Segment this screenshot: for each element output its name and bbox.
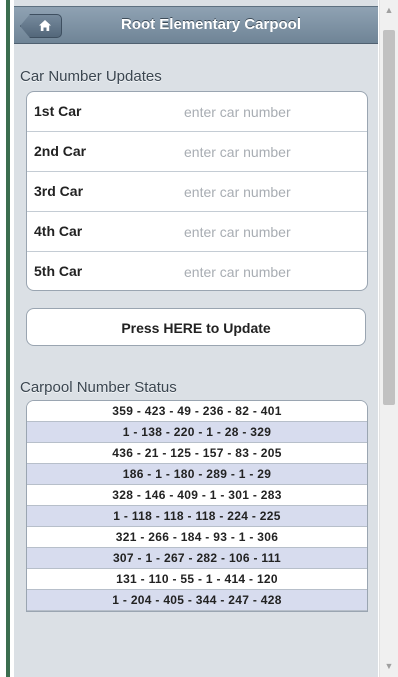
car-label-2: 2nd Car bbox=[34, 143, 87, 159]
car-number-input-3[interactable] bbox=[182, 179, 356, 205]
status-row: 1 - 138 - 220 - 1 - 28 - 329 bbox=[27, 422, 367, 443]
car-label-3: 3rd Car bbox=[34, 183, 84, 199]
status-label: Carpool Number Status bbox=[20, 379, 177, 396]
status-row: 186 - 1 - 180 - 289 - 1 - 29 bbox=[27, 464, 367, 485]
status-row: 1 - 118 - 118 - 118 - 224 - 225 bbox=[27, 506, 367, 527]
car-row-5: 5th Car bbox=[27, 252, 367, 290]
scroll-thumb[interactable] bbox=[383, 30, 395, 405]
scroll-up-arrow-icon[interactable]: ▲ bbox=[380, 2, 398, 19]
status-row: 359 - 423 - 49 - 236 - 82 - 401 bbox=[27, 401, 367, 422]
car-updates-label: Car Number Updates bbox=[20, 68, 162, 85]
car-row-4: 4th Car bbox=[27, 212, 367, 252]
car-label-5: 5th Car bbox=[34, 263, 83, 279]
left-accent-bar bbox=[0, 0, 10, 677]
status-row: 131 - 110 - 55 - 1 - 414 - 120 bbox=[27, 569, 367, 590]
car-number-input-4[interactable] bbox=[182, 219, 356, 245]
status-row: 1 - 204 - 405 - 344 - 247 - 428 bbox=[27, 590, 367, 611]
header-bar: Root Elementary Carpool bbox=[14, 6, 378, 44]
car-number-input-1[interactable] bbox=[182, 99, 356, 125]
car-row-1: 1st Car bbox=[27, 92, 367, 132]
app-window: Root Elementary Carpool Car Number Updat… bbox=[0, 0, 398, 677]
car-number-form: 1st Car 2nd Car 3rd Car 4th Car 5th Car bbox=[26, 91, 368, 291]
car-row-3: 3rd Car bbox=[27, 172, 367, 212]
car-label-1: 1st Car bbox=[34, 103, 82, 119]
page-content: Root Elementary Carpool Car Number Updat… bbox=[14, 0, 378, 677]
update-button[interactable]: Press HERE to Update bbox=[26, 308, 366, 346]
car-number-input-5[interactable] bbox=[182, 259, 356, 285]
carpool-status-list: 359 - 423 - 49 - 236 - 82 - 401 1 - 138 … bbox=[26, 400, 368, 612]
car-label-4: 4th Car bbox=[34, 223, 83, 239]
status-row: 436 - 21 - 125 - 157 - 83 - 205 bbox=[27, 443, 367, 464]
scroll-down-arrow-icon[interactable]: ▼ bbox=[380, 658, 398, 675]
page-title: Root Elementary Carpool bbox=[120, 16, 302, 33]
status-row: 328 - 146 - 409 - 1 - 301 - 283 bbox=[27, 485, 367, 506]
car-row-2: 2nd Car bbox=[27, 132, 367, 172]
car-number-input-2[interactable] bbox=[182, 139, 356, 165]
vertical-scrollbar[interactable]: ▲ ▼ bbox=[379, 0, 398, 677]
status-row: 321 - 266 - 184 - 93 - 1 - 306 bbox=[27, 527, 367, 548]
status-row: 307 - 1 - 267 - 282 - 106 - 111 bbox=[27, 548, 367, 569]
